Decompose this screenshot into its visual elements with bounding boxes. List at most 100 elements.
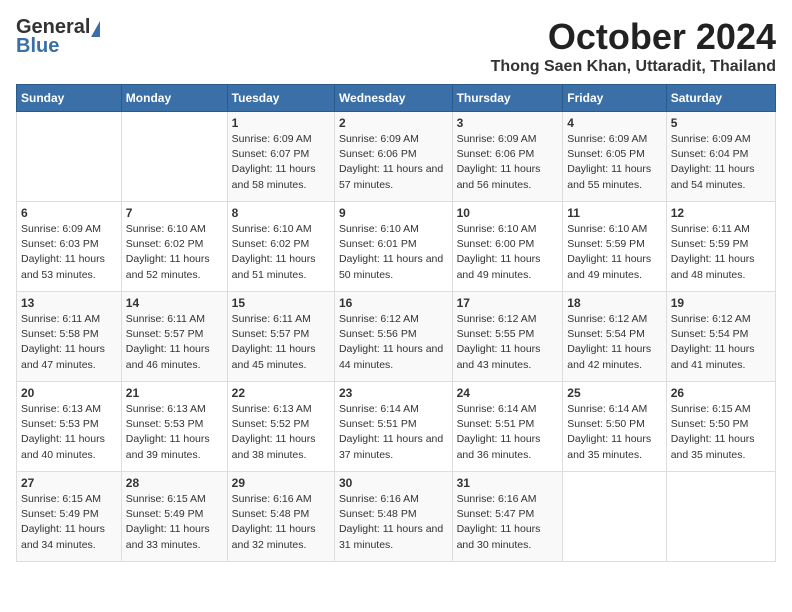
calendar-table: Sunday Monday Tuesday Wednesday Thursday… [16,84,776,562]
week-row-4: 20Sunrise: 6:13 AM Sunset: 5:53 PM Dayli… [17,382,776,472]
day-number: 14 [126,296,223,310]
day-number: 4 [567,116,661,130]
day-info: Sunrise: 6:10 AM Sunset: 5:59 PM Dayligh… [567,222,661,283]
day-number: 5 [671,116,771,130]
calendar-cell-w3-d1: 13Sunrise: 6:11 AM Sunset: 5:58 PM Dayli… [17,292,122,382]
title-section: October 2024 Thong Saen Khan, Uttaradit,… [491,16,776,76]
day-info: Sunrise: 6:15 AM Sunset: 5:49 PM Dayligh… [126,492,223,553]
day-info: Sunrise: 6:13 AM Sunset: 5:53 PM Dayligh… [126,402,223,463]
day-info: Sunrise: 6:13 AM Sunset: 5:53 PM Dayligh… [21,402,117,463]
calendar-cell-w1-d7: 5 Sunrise: 6:09 AM Sunset: 6:04 PM Daylig… [666,112,775,202]
calendar-cell-w4-d7: 26 Sunrise: 6:15 AM Sunset: 5:50 PM Dayli… [666,382,775,472]
day-number: 17 [457,296,559,310]
calendar-cell-w1-d2 [121,112,227,202]
day-info: Sunrise: 6:10 AM Sunset: 6:00 PM Dayligh… [457,222,559,283]
calendar-cell-w1-d6: 4 Sunrise: 6:09 AM Sunset: 6:05 PM Daylig… [563,112,666,202]
day-info: Sunrise: 6:09 AM Sunset: 6:04 PM Dayligh… [671,132,771,193]
day-info: Sunrise: 6:10 AM Sunset: 6:02 PM Dayligh… [232,222,330,283]
day-info: Sunrise: 6:11 AM Sunset: 5:57 PM Dayligh… [126,312,223,373]
logo: General Blue [16,16,100,58]
header-wednesday: Wednesday [334,85,452,112]
calendar-cell-w2-d7: 12Sunrise: 6:11 AM Sunset: 5:59 PM Dayli… [666,202,775,292]
calendar-cell-w2-d1: 6 Sunrise: 6:09 AM Sunset: 6:03 PM Daylig… [17,202,122,292]
calendar-cell-w5-d2: 28 Sunrise: 6:15 AM Sunset: 5:49 PM Dayli… [121,472,227,562]
calendar-cell-w4-d6: 25 Sunrise: 6:14 AM Sunset: 5:50 PM Dayli… [563,382,666,472]
calendar-cell-w4-d4: 23 Sunrise: 6:14 AM Sunset: 5:51 PM Dayli… [334,382,452,472]
day-number: 9 [339,206,448,220]
header-tuesday: Tuesday [227,85,334,112]
calendar-cell-w3-d5: 17 Sunrise: 6:12 AM Sunset: 5:55 PM Dayli… [452,292,563,382]
day-number: 1 [232,116,330,130]
day-info: Sunrise: 6:10 AM Sunset: 6:02 PM Dayligh… [126,222,223,283]
day-number: 26 [671,386,771,400]
day-number: 22 [232,386,330,400]
day-info: Sunrise: 6:15 AM Sunset: 5:50 PM Dayligh… [671,402,771,463]
day-number: 16 [339,296,448,310]
day-number: 28 [126,476,223,490]
day-number: 30 [339,476,448,490]
day-number: 23 [339,386,448,400]
header-sunday: Sunday [17,85,122,112]
calendar-cell-w5-d5: 31Sunrise: 6:16 AM Sunset: 5:47 PM Dayli… [452,472,563,562]
calendar-cell-w4-d3: 22Sunrise: 6:13 AM Sunset: 5:52 PM Dayli… [227,382,334,472]
day-info: Sunrise: 6:16 AM Sunset: 5:48 PM Dayligh… [232,492,330,553]
day-number: 13 [21,296,117,310]
day-info: Sunrise: 6:09 AM Sunset: 6:06 PM Dayligh… [339,132,448,193]
day-number: 6 [21,206,117,220]
calendar-cell-w4-d2: 21 Sunrise: 6:13 AM Sunset: 5:53 PM Dayli… [121,382,227,472]
day-number: 27 [21,476,117,490]
day-number: 3 [457,116,559,130]
week-row-1: 1 Sunrise: 6:09 AM Sunset: 6:07 PM Daylig… [17,112,776,202]
calendar-cell-w3-d3: 15 Sunrise: 6:11 AM Sunset: 5:57 PM Dayli… [227,292,334,382]
week-row-5: 27 Sunrise: 6:15 AM Sunset: 5:49 PM Dayli… [17,472,776,562]
day-info: Sunrise: 6:14 AM Sunset: 5:51 PM Dayligh… [457,402,559,463]
day-info: Sunrise: 6:09 AM Sunset: 6:03 PM Dayligh… [21,222,117,283]
calendar-cell-w1-d3: 1 Sunrise: 6:09 AM Sunset: 6:07 PM Daylig… [227,112,334,202]
day-number: 25 [567,386,661,400]
calendar-cell-w3-d7: 19Sunrise: 6:12 AM Sunset: 5:54 PM Dayli… [666,292,775,382]
month-year-title: October 2024 [491,16,776,58]
day-info: Sunrise: 6:14 AM Sunset: 5:51 PM Dayligh… [339,402,448,463]
day-info: Sunrise: 6:11 AM Sunset: 5:57 PM Dayligh… [232,312,330,373]
header-thursday: Thursday [452,85,563,112]
day-info: Sunrise: 6:12 AM Sunset: 5:55 PM Dayligh… [457,312,559,373]
calendar-cell-w1-d1 [17,112,122,202]
calendar-cell-w2-d5: 10 Sunrise: 6:10 AM Sunset: 6:00 PM Dayli… [452,202,563,292]
week-row-2: 6 Sunrise: 6:09 AM Sunset: 6:03 PM Daylig… [17,202,776,292]
calendar-cell-w1-d4: 2 Sunrise: 6:09 AM Sunset: 6:06 PM Daylig… [334,112,452,202]
calendar-cell-w3-d6: 18Sunrise: 6:12 AM Sunset: 5:54 PM Dayli… [563,292,666,382]
calendar-cell-w5-d4: 30 Sunrise: 6:16 AM Sunset: 5:48 PM Dayli… [334,472,452,562]
page-header: General Blue October 2024 Thong Saen Kha… [16,16,776,76]
day-info: Sunrise: 6:14 AM Sunset: 5:50 PM Dayligh… [567,402,661,463]
calendar-cell-w2-d4: 9 Sunrise: 6:10 AM Sunset: 6:01 PM Daylig… [334,202,452,292]
calendar-cell-w5-d3: 29Sunrise: 6:16 AM Sunset: 5:48 PM Dayli… [227,472,334,562]
day-number: 15 [232,296,330,310]
header-saturday: Saturday [666,85,775,112]
day-info: Sunrise: 6:16 AM Sunset: 5:48 PM Dayligh… [339,492,448,553]
day-number: 11 [567,206,661,220]
day-info: Sunrise: 6:09 AM Sunset: 6:07 PM Dayligh… [232,132,330,193]
calendar-cell-w1-d5: 3 Sunrise: 6:09 AM Sunset: 6:06 PM Daylig… [452,112,563,202]
calendar-cell-w2-d2: 7 Sunrise: 6:10 AM Sunset: 6:02 PM Daylig… [121,202,227,292]
logo-blue: Blue [16,35,59,58]
calendar-cell-w2-d3: 8Sunrise: 6:10 AM Sunset: 6:02 PM Daylig… [227,202,334,292]
day-number: 24 [457,386,559,400]
calendar-cell-w5-d7 [666,472,775,562]
day-number: 2 [339,116,448,130]
calendar-cell-w4-d1: 20Sunrise: 6:13 AM Sunset: 5:53 PM Dayli… [17,382,122,472]
day-info: Sunrise: 6:10 AM Sunset: 6:01 PM Dayligh… [339,222,448,283]
day-number: 21 [126,386,223,400]
day-info: Sunrise: 6:12 AM Sunset: 5:54 PM Dayligh… [567,312,661,373]
day-info: Sunrise: 6:16 AM Sunset: 5:47 PM Dayligh… [457,492,559,553]
calendar-header-row: Sunday Monday Tuesday Wednesday Thursday… [17,85,776,112]
calendar-cell-w5-d1: 27 Sunrise: 6:15 AM Sunset: 5:49 PM Dayli… [17,472,122,562]
day-number: 10 [457,206,559,220]
location-title: Thong Saen Khan, Uttaradit, Thailand [491,58,776,76]
calendar-cell-w2-d6: 11 Sunrise: 6:10 AM Sunset: 5:59 PM Dayli… [563,202,666,292]
day-info: Sunrise: 6:09 AM Sunset: 6:06 PM Dayligh… [457,132,559,193]
day-info: Sunrise: 6:09 AM Sunset: 6:05 PM Dayligh… [567,132,661,193]
day-info: Sunrise: 6:15 AM Sunset: 5:49 PM Dayligh… [21,492,117,553]
day-info: Sunrise: 6:12 AM Sunset: 5:56 PM Dayligh… [339,312,448,373]
header-monday: Monday [121,85,227,112]
day-number: 7 [126,206,223,220]
